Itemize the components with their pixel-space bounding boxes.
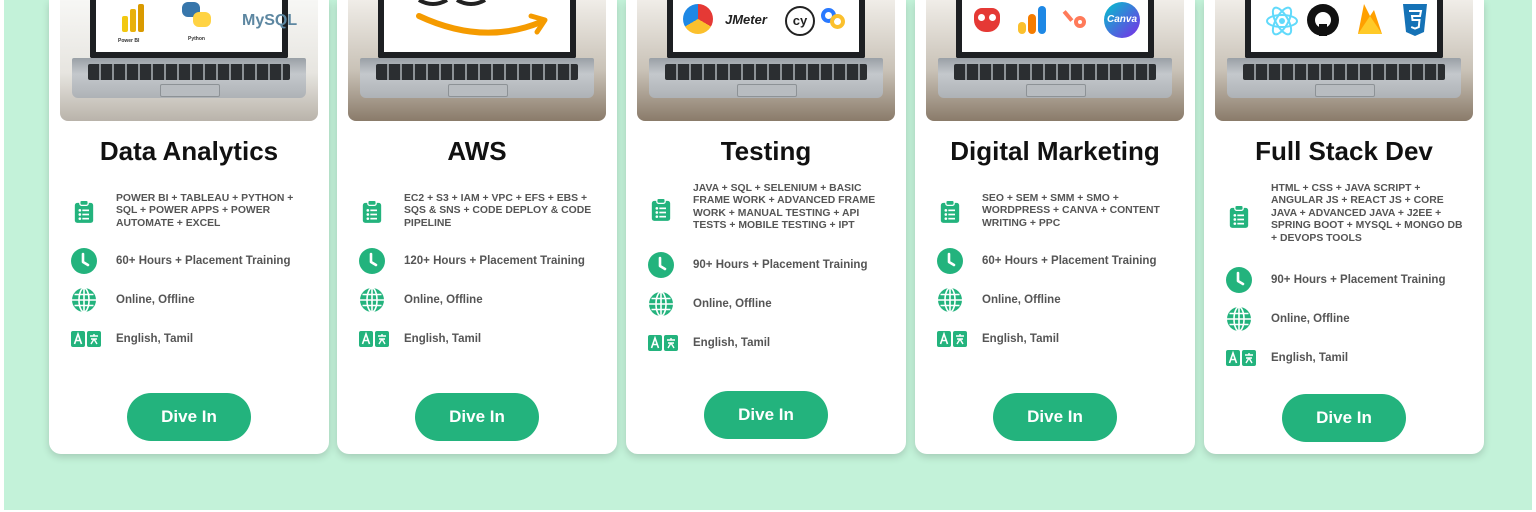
translate-icon (1226, 345, 1256, 371)
laptop-screen: Power BI Python MySQL (90, 0, 297, 58)
course-title: Data Analytics (99, 136, 279, 166)
clock-icon (648, 252, 674, 278)
analytics-logo-icon (1018, 6, 1048, 34)
mode-text: Online, Offline (116, 294, 195, 306)
globe-icon (937, 287, 963, 313)
github-logo-icon (1307, 4, 1339, 36)
duration-text: 90+ Hours + Placement Training (1271, 274, 1446, 286)
dive-in-button[interactable]: Dive In (704, 391, 828, 439)
loop-logo-icon (821, 8, 847, 30)
laptop-keyboard (938, 58, 1172, 98)
duration-text: 60+ Hours + Placement Training (116, 255, 291, 267)
react-logo-icon (1266, 6, 1298, 36)
clipboard-list-icon (359, 199, 385, 225)
clipboard-list-icon (648, 197, 674, 223)
power-bi-logo-icon (122, 4, 148, 34)
laptop-screen: Canva (956, 0, 1154, 58)
translate-icon (648, 330, 678, 356)
clock-icon (937, 248, 963, 274)
dive-in-button[interactable]: Dive In (127, 393, 251, 441)
course-card-digital-marketing: Canva Digital Marketing SEO + SEM + SMM … (915, 0, 1195, 454)
clock-icon (71, 248, 97, 274)
laptop-keyboard (72, 58, 306, 98)
course-thumbnail (348, 0, 606, 121)
course-card-data-analytics: Power BI Python MySQL Data Analytics POW… (49, 0, 329, 454)
python-logo-icon (182, 2, 212, 28)
duration-text: 90+ Hours + Placement Training (693, 259, 868, 271)
language-text: English, Tamil (116, 333, 194, 345)
course-thumbnail: Power BI Python MySQL (60, 0, 318, 121)
language-text: English, Tamil (404, 333, 482, 345)
laptop-screen (1245, 0, 1443, 58)
course-title: Full Stack Dev (1255, 136, 1433, 166)
translate-icon (359, 326, 389, 352)
laptop-keyboard (1227, 58, 1461, 98)
jmeter-logo-text: JMeter (725, 12, 767, 27)
duration-text: 60+ Hours + Placement Training (982, 255, 1157, 267)
language-text: English, Tamil (1271, 352, 1349, 364)
course-title: AWS (447, 136, 507, 166)
dive-in-button[interactable]: Dive In (415, 393, 539, 441)
katalon-logo-icon (683, 4, 713, 34)
laptop-screen: JMeter cy (667, 0, 865, 58)
globe-icon (71, 287, 97, 313)
hootsuite-logo-icon (974, 8, 1000, 32)
language-text: English, Tamil (982, 333, 1060, 345)
course-title: Testing (720, 136, 812, 166)
clock-icon (359, 248, 385, 274)
clock-icon (1226, 267, 1252, 293)
course-title: Digital Marketing (950, 136, 1160, 166)
curriculum-text: HTML + CSS + JAVA SCRIPT + ANGULAR JS + … (1271, 183, 1463, 244)
translate-icon (71, 326, 101, 352)
clipboard-list-icon (71, 199, 97, 225)
mysql-logo-text: MySQL (242, 12, 298, 29)
laptop-screen (378, 0, 576, 58)
mode-text: Online, Offline (1271, 313, 1350, 325)
cypress-logo-text: cy (785, 6, 815, 36)
laptop-keyboard (360, 58, 594, 98)
course-thumbnail (1215, 0, 1473, 121)
mode-text: Online, Offline (982, 294, 1061, 306)
globe-icon (648, 291, 674, 317)
dive-in-button[interactable]: Dive In (993, 393, 1117, 441)
course-card-testing: JMeter cy Testing JAVA + SQL + SELENIUM … (626, 0, 906, 454)
canva-logo-icon: Canva (1104, 2, 1140, 38)
clipboard-list-icon (937, 199, 963, 225)
globe-icon (359, 287, 385, 313)
mode-text: Online, Offline (404, 294, 483, 306)
course-card-full-stack-dev: Full Stack Dev HTML + CSS + JAVA SCRIPT … (1204, 0, 1484, 454)
clipboard-list-icon (1226, 204, 1252, 230)
course-section: Power BI Python MySQL Data Analytics POW… (4, 0, 1532, 510)
course-thumbnail: Canva (926, 0, 1184, 121)
logo-caption: Power BI (118, 38, 140, 44)
translate-icon (937, 326, 967, 352)
curriculum-text: POWER BI + TABLEAU + PYTHON + SQL + POWE… (116, 193, 294, 229)
amazon-smile-logo-icon (416, 0, 548, 36)
course-thumbnail: JMeter cy (637, 0, 895, 121)
firebase-logo-icon (1358, 4, 1382, 34)
language-text: English, Tamil (693, 337, 771, 349)
mode-text: Online, Offline (693, 298, 772, 310)
css3-logo-icon (1403, 4, 1427, 36)
duration-text: 120+ Hours + Placement Training (404, 255, 585, 267)
hubspot-logo-icon (1062, 8, 1090, 32)
curriculum-text: JAVA + SQL + SELENIUM + BASIC FRAME WORK… (693, 183, 876, 232)
course-card-aws: AWS EC2 + S3 + IAM + VPC + EFS + EBS + S… (337, 0, 617, 454)
laptop-keyboard (649, 58, 883, 98)
globe-icon (1226, 306, 1252, 332)
logo-caption: Python (188, 36, 205, 42)
curriculum-text: SEO + SEM + SMM + SMO + WORDPRESS + CANV… (982, 193, 1160, 229)
curriculum-text: EC2 + S3 + IAM + VPC + EFS + EBS + SQS &… (404, 193, 592, 229)
dive-in-button[interactable]: Dive In (1282, 394, 1406, 442)
